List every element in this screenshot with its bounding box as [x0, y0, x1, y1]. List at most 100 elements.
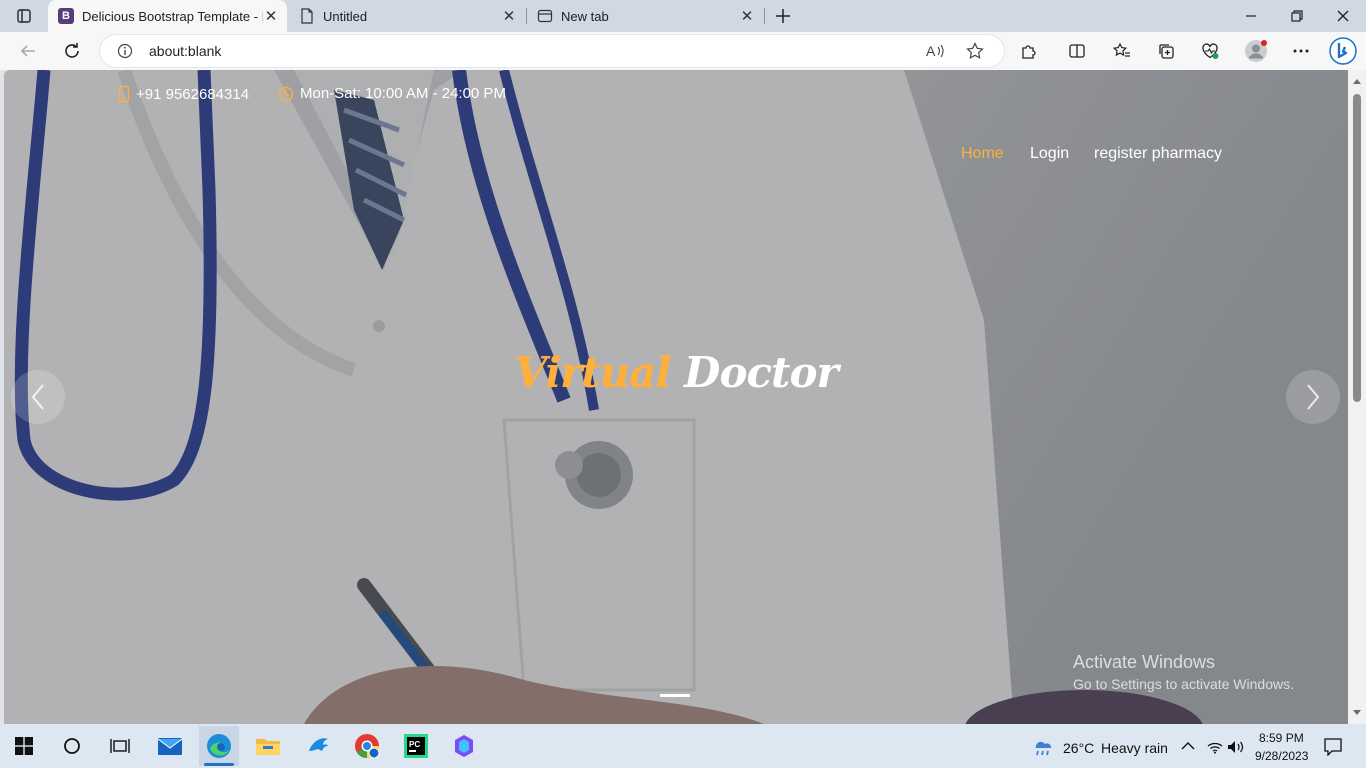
windows-taskbar: PC 26°C Heavy rain 8:59 PM 9/28/2023: [0, 724, 1366, 768]
nav-login-link[interactable]: Login: [1030, 145, 1069, 163]
avatar: [1245, 40, 1267, 62]
wifi-icon[interactable]: [1207, 740, 1223, 754]
nav-register-pharmacy-link[interactable]: register pharmacy: [1094, 145, 1222, 163]
restore-icon: [1291, 10, 1303, 22]
browser-toolbar: about:blank A: [0, 32, 1366, 70]
volume-icon[interactable]: [1227, 740, 1245, 754]
restore-button[interactable]: [1274, 0, 1320, 32]
brand-accent-word: Virtual: [514, 348, 671, 397]
split-screen-icon: [1069, 44, 1085, 58]
weather-icon[interactable]: [1031, 736, 1055, 758]
collections-button[interactable]: [1150, 35, 1182, 67]
read-aloud-icon[interactable]: A: [925, 42, 945, 60]
bootstrap-logo-icon: B: [58, 8, 74, 24]
start-button[interactable]: [4, 726, 44, 766]
refresh-button[interactable]: [56, 35, 88, 67]
info-icon[interactable]: [117, 43, 133, 59]
collections-icon: [1159, 44, 1174, 59]
svg-text:PC: PC: [409, 740, 420, 749]
tab-actions-icon: [17, 9, 31, 23]
page-icon: [299, 8, 315, 24]
carousel-prev-button[interactable]: [11, 370, 65, 424]
copilot-sidebar-button[interactable]: [1326, 35, 1360, 67]
tab-untitled[interactable]: Untitled ✕: [289, 0, 525, 32]
tab-actions-button[interactable]: [2, 0, 46, 32]
pycharm-icon: PC: [404, 734, 428, 758]
carousel-next-button[interactable]: [1286, 370, 1340, 424]
minimize-icon: [1246, 15, 1256, 17]
refresh-icon: [65, 43, 79, 58]
clock-date[interactable]: 9/28/2023: [1255, 749, 1308, 763]
topbar-phone: +91 9562684314: [118, 85, 249, 103]
pycharm-app[interactable]: PC: [396, 726, 436, 766]
watermark-title: Activate Windows: [1073, 652, 1216, 672]
scroll-down-arrow-icon[interactable]: [1353, 710, 1361, 715]
close-tab-icon[interactable]: ✕: [501, 8, 517, 25]
dolphin-app[interactable]: [298, 726, 338, 766]
address-text[interactable]: about:blank: [149, 43, 221, 59]
file-explorer-app[interactable]: [248, 726, 288, 766]
edge-icon: [207, 734, 231, 758]
profile-button[interactable]: [1240, 35, 1272, 67]
task-view-button[interactable]: [100, 726, 140, 766]
nav-home-link[interactable]: Home: [961, 145, 1004, 163]
mail-app[interactable]: [150, 726, 190, 766]
topbar-hours: Mon-Sat: 10:00 AM - 24:00 PM: [278, 85, 506, 102]
plus-icon: [776, 9, 790, 23]
favorites-list-icon: [1113, 42, 1130, 57]
more-dots-icon: [1293, 49, 1309, 53]
new-tab-button[interactable]: [764, 0, 802, 32]
back-arrow-icon: [20, 45, 35, 57]
mobile-phone-icon: [118, 85, 130, 103]
windows-start-icon: [15, 737, 33, 755]
minimize-button[interactable]: [1228, 0, 1274, 32]
address-bar[interactable]: about:blank A: [100, 35, 1004, 67]
phone-number: +91 9562684314: [136, 85, 250, 103]
tab-title: Delicious Bootstrap Template - In: [82, 8, 263, 24]
clock-icon: [278, 86, 294, 101]
mail-icon: [157, 738, 183, 755]
task-view-icon: [110, 739, 130, 753]
browser-essentials-button[interactable]: [1194, 35, 1226, 67]
browser-tab-strip: B Delicious Bootstrap Template - In ✕ Un…: [0, 0, 1366, 32]
weather-temperature[interactable]: 26°C: [1063, 740, 1094, 756]
scroll-up-arrow-icon[interactable]: [1353, 79, 1361, 84]
brand-main-word: Doctor: [684, 348, 839, 397]
file-explorer-icon: [256, 739, 280, 755]
weather-condition[interactable]: Heavy rain: [1101, 740, 1168, 756]
close-icon: [1337, 10, 1349, 22]
edge-app[interactable]: [199, 726, 239, 766]
close-tab-icon[interactable]: ✕: [739, 8, 755, 25]
new-tab-page-icon: [537, 8, 553, 24]
copilot-app[interactable]: [444, 726, 484, 766]
chrome-app[interactable]: [347, 726, 387, 766]
carousel-indicator-active[interactable]: [660, 694, 690, 697]
back-button[interactable]: [12, 35, 44, 67]
settings-more-button[interactable]: [1285, 35, 1317, 67]
heart-pulse-icon: [1202, 43, 1219, 59]
tab-new-tab[interactable]: New tab ✕: [527, 0, 763, 32]
tab-delicious-bootstrap[interactable]: B Delicious Bootstrap Template - In ✕: [48, 0, 287, 32]
notification-icon[interactable]: [1323, 738, 1343, 756]
clock-time[interactable]: 8:59 PM: [1259, 731, 1304, 745]
page-scrollbar[interactable]: [1348, 70, 1366, 724]
scrollbar-thumb[interactable]: [1353, 94, 1361, 402]
watermark-subtitle: Go to Settings to activate Windows.: [1073, 676, 1294, 692]
chevron-up-icon[interactable]: [1181, 741, 1195, 751]
search-button[interactable]: [52, 726, 92, 766]
hero-background-image: [4, 70, 1348, 724]
chevron-right-icon: [1307, 384, 1320, 410]
favorite-star-icon[interactable]: [966, 42, 984, 60]
tab-title: Untitled: [323, 8, 368, 24]
split-screen-button[interactable]: [1061, 35, 1093, 67]
puzzle-icon: [1022, 45, 1036, 59]
extensions-button[interactable]: [1013, 35, 1045, 67]
close-tab-icon[interactable]: ✕: [263, 8, 279, 25]
hero-brand-title: Virtual Doctor: [4, 348, 1348, 397]
chevron-left-icon: [31, 384, 44, 410]
dolphin-app-icon: [309, 738, 328, 751]
opening-hours: Mon-Sat: 10:00 AM - 24:00 PM: [300, 85, 506, 102]
favorites-button[interactable]: [1106, 35, 1138, 67]
chrome-icon: [355, 734, 380, 759]
close-window-button[interactable]: [1320, 0, 1366, 32]
